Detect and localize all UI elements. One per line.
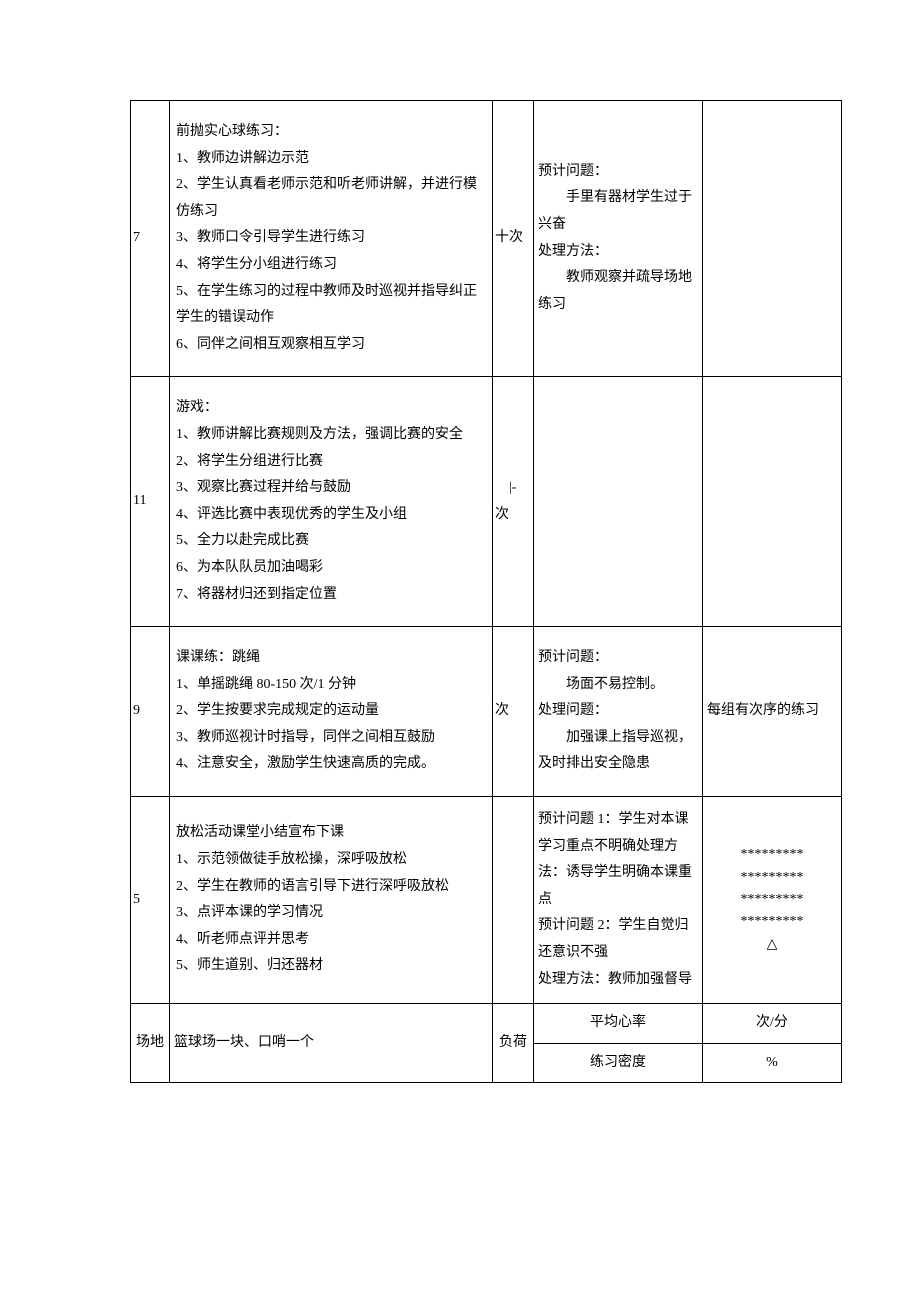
table-row: 7 前抛实心球练习： 1、教师边讲解边示范 2、学生认真看老师示范和听老师讲解，…: [131, 101, 842, 377]
table-row: 11 游戏： 1、教师讲解比赛规则及方法，强调比赛的安全 2、将学生分组进行比赛…: [131, 377, 842, 627]
site-label-cell: 场地: [131, 1004, 170, 1083]
document-page: 7 前抛实心球练习： 1、教师边讲解边示范 2、学生认真看老师示范和听老师讲解，…: [0, 0, 920, 1143]
issue-cell: 预计问题 1：学生对本课学习重点不明确处理方法：诱导学生明确本课重点 预计问题 …: [534, 797, 703, 1004]
note-cell: [703, 101, 842, 377]
site-value-cell: 篮球场一块、口哨一个: [170, 1004, 493, 1083]
metric-label-cell: 平均心率: [534, 1004, 703, 1044]
activity-cell: 前抛实心球练习： 1、教师边讲解边示范 2、学生认真看老师示范和听老师讲解，并进…: [170, 101, 493, 377]
time-cell: 11: [131, 377, 170, 627]
issue-cell: 预计问题： 场面不易控制。 处理问题： 加强课上指导巡视，及时排出安全隐患: [534, 627, 703, 797]
lesson-plan-table: 7 前抛实心球练习： 1、教师边讲解边示范 2、学生认真看老师示范和听老师讲解，…: [130, 100, 842, 1083]
activity-cell: 放松活动课堂小结宣布下课 1、示范领做徒手放松操，深呼吸放松 2、学生在教师的语…: [170, 797, 493, 1004]
load-label-cell: 负荷: [493, 1004, 534, 1083]
table-row: 5 放松活动课堂小结宣布下课 1、示范领做徒手放松操，深呼吸放松 2、学生在教师…: [131, 797, 842, 1004]
issue-cell: 预计问题： 手里有器材学生过于兴奋 处理方法： 教师观察并疏导场地练习: [534, 101, 703, 377]
issue-cell: [534, 377, 703, 627]
activity-cell: 课课练：跳绳 1、单摇跳绳 80-150 次/1 分钟 2、学生按要求完成规定的…: [170, 627, 493, 797]
metric-value-cell: 次/分: [703, 1004, 842, 1044]
note-cell: [703, 377, 842, 627]
time-cell: 9: [131, 627, 170, 797]
count-cell: 次: [493, 627, 534, 797]
time-cell: 7: [131, 101, 170, 377]
note-stars-cell: ********* ********* ********* ********* …: [703, 797, 842, 1004]
time-cell: 5: [131, 797, 170, 1004]
count-cell: 十次: [493, 101, 534, 377]
count-cell: [493, 797, 534, 1004]
metric-label-cell: 练习密度: [534, 1043, 703, 1083]
footer-row-1: 场地 篮球场一块、口哨一个 负荷 平均心率 次/分: [131, 1004, 842, 1044]
count-cell: |- 次: [493, 377, 534, 627]
activity-cell: 游戏： 1、教师讲解比赛规则及方法，强调比赛的安全 2、将学生分组进行比赛 3、…: [170, 377, 493, 627]
table-row: 9 课课练：跳绳 1、单摇跳绳 80-150 次/1 分钟 2、学生按要求完成规…: [131, 627, 842, 797]
metric-value-cell: %: [703, 1043, 842, 1083]
note-cell: 每组有次序的练习: [703, 627, 842, 797]
